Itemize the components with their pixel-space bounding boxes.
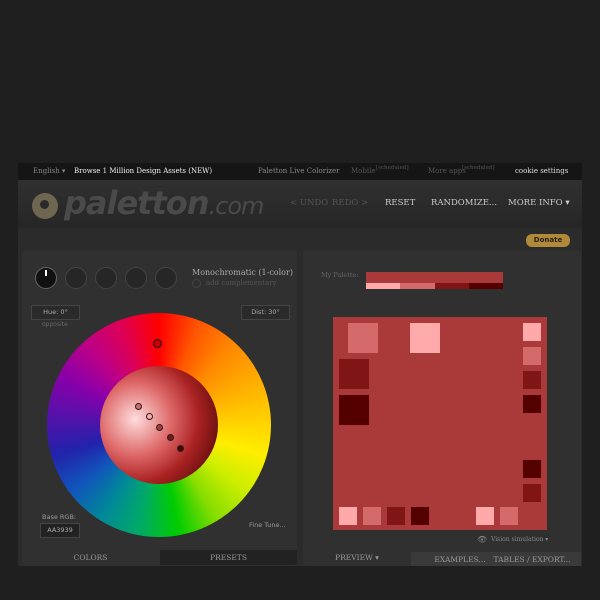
more-apps-link[interactable]: More apps	[428, 167, 466, 175]
redo-button[interactable]: REDO >	[332, 198, 368, 208]
preview-swatch	[339, 359, 369, 389]
top-bar: English ▾ Browse 1 Million Design Assets…	[18, 163, 582, 180]
shade-dot[interactable]	[167, 434, 174, 441]
preview-swatch	[363, 507, 381, 525]
preview-swatch	[348, 323, 378, 353]
tab-tables-export[interactable]: TABLES / EXPORT...	[492, 552, 572, 567]
donate-button[interactable]: Donate	[526, 234, 570, 247]
hue-handle[interactable]	[153, 339, 162, 348]
fine-tune-link[interactable]: Fine Tune...	[249, 521, 286, 529]
randomize-button[interactable]: RANDOMIZE...	[431, 198, 497, 208]
triad-scheme-knob-icon[interactable]	[95, 267, 117, 289]
preview-swatch	[523, 371, 541, 389]
preview-swatch	[339, 507, 357, 525]
dist-field[interactable]: Dist: 30°	[241, 305, 290, 320]
eye-icon: 👁	[477, 535, 488, 544]
preview-swatch	[523, 347, 541, 365]
header: paletton.com < UNDO REDO > RESET RANDOMI…	[18, 180, 582, 228]
more-info-button[interactable]: MORE INFO ▾	[508, 198, 570, 208]
preview-swatch	[523, 323, 541, 341]
language-select[interactable]: English ▾	[33, 167, 65, 175]
browse-assets-link[interactable]: Browse 1 Million Design Assets (NEW)	[74, 167, 212, 175]
preview-swatch	[410, 323, 440, 353]
palette-swatch[interactable]	[366, 283, 400, 289]
live-colorizer-link[interactable]: Paletton Live Colorizer	[258, 167, 340, 175]
add-complementary-radio[interactable]	[192, 279, 201, 288]
add-complementary-label: add complementary	[206, 279, 277, 287]
preview-swatch	[523, 460, 541, 478]
shade-dot[interactable]	[146, 413, 153, 420]
base-rgb-label: Base RGB:	[42, 513, 77, 521]
more-apps-tag: [scheduled]	[462, 165, 495, 171]
shade-dot[interactable]	[177, 445, 184, 452]
adjacent-scheme-knob-icon[interactable]	[65, 267, 87, 289]
my-palette-label: My Palette:	[321, 271, 359, 279]
preview-swatch	[500, 507, 518, 525]
palette-swatch[interactable]	[400, 283, 435, 289]
reset-button[interactable]: RESET	[385, 198, 415, 208]
mobile-link[interactable]: Mobile	[351, 167, 375, 175]
preview-square	[333, 317, 547, 530]
cookie-settings-link[interactable]: cookie settings	[515, 167, 568, 175]
palette-swatch[interactable]	[469, 283, 503, 289]
opposite-link[interactable]: opposite	[42, 321, 68, 328]
preview-swatch	[523, 395, 541, 413]
tab-preview[interactable]: PREVIEW ▾	[303, 550, 411, 565]
tab-colors[interactable]: COLORS	[22, 550, 159, 565]
hue-field[interactable]: Hue: 0°	[31, 305, 80, 320]
tab-presets[interactable]: PRESETS	[160, 550, 297, 565]
preview-swatch	[339, 395, 369, 425]
scheme-title: Monochromatic (1-color)	[192, 268, 293, 277]
mono-scheme-knob-icon[interactable]	[35, 267, 57, 289]
vision-simulation-dropdown[interactable]: Vision simulation ▾	[491, 536, 548, 543]
logo[interactable]: paletton.com	[64, 184, 264, 222]
preview-swatch	[411, 507, 429, 525]
preview-swatch	[387, 507, 405, 525]
shade-dot[interactable]	[156, 424, 163, 431]
palette-base-swatch[interactable]	[366, 272, 503, 283]
tetrad-scheme-knob-icon[interactable]	[125, 267, 147, 289]
base-rgb-field[interactable]: AA3939	[40, 523, 80, 538]
tab-examples[interactable]: EXAMPLES...	[430, 552, 490, 567]
freestyle-scheme-gear-icon[interactable]	[155, 267, 177, 289]
undo-button[interactable]: < UNDO	[290, 198, 328, 208]
palette-swatch[interactable]	[435, 283, 469, 289]
preview-swatch	[476, 507, 494, 525]
logo-icon	[32, 193, 58, 219]
mobile-tag: [scheduled]	[376, 165, 409, 171]
preview-swatch	[523, 484, 541, 502]
shade-dot[interactable]	[135, 403, 142, 410]
